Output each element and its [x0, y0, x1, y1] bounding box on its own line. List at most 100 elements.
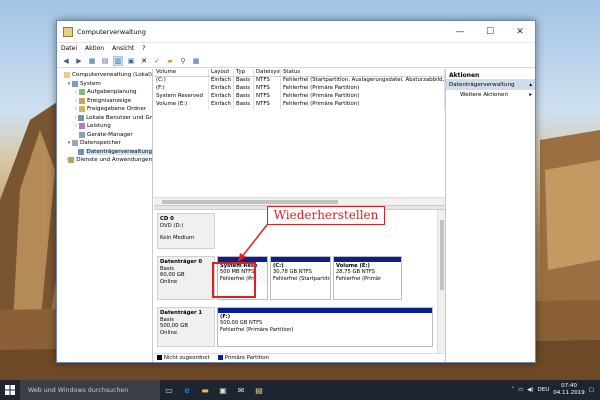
minimize-button[interactable]: — [445, 21, 475, 43]
delete-icon[interactable]: ✕ [139, 56, 149, 66]
volume-cell: Einfach [209, 101, 234, 109]
col-layout[interactable]: Layout [209, 69, 234, 76]
open-icon[interactable]: ▰ [165, 56, 175, 66]
collapse-icon: ▴ [529, 82, 532, 88]
volume-cell: NTFS [254, 77, 281, 85]
volume-cell: Fehlerfrei (Primäre Partition) [281, 93, 445, 101]
clock[interactable]: 07:40 04.11.2019 [553, 383, 585, 397]
tree-item[interactable]: Computerverwaltung (Lokal) [57, 71, 152, 80]
node-icon [68, 157, 75, 164]
actions-pane: Aktionen Datenträgerverwaltung ▴ Weitere … [445, 69, 535, 362]
col-filesystem[interactable]: Dateisystem [254, 69, 281, 76]
col-volume[interactable]: Volume [154, 69, 209, 76]
volume-cell: (F:) [154, 85, 209, 93]
up-icon[interactable]: ▦ [87, 56, 97, 66]
language-indicator[interactable]: DEU [538, 387, 550, 393]
volume-cell: Basis [234, 77, 254, 85]
tree-item[interactable]: ▾ System [57, 80, 152, 89]
tree-item[interactable]: › Leistung [57, 122, 152, 131]
volume-cell: Einfach [209, 77, 234, 85]
store-icon[interactable]: ▣ [214, 380, 232, 400]
search-icon[interactable]: ⚲ [178, 56, 188, 66]
list-view-icon[interactable]: ▦ [191, 56, 201, 66]
menu-help[interactable]: ? [142, 45, 145, 52]
start-button[interactable] [0, 380, 20, 400]
task-view-icon[interactable]: ▭ [160, 380, 178, 400]
col-type[interactable]: Typ [234, 69, 254, 76]
disk-row: Datenträger 1 Basis 500,00 GB Online (F:) 500… [157, 307, 435, 347]
system-tray: ˄ ▭ ◀) DEU 07:40 04.11.2019 ▢ [511, 383, 600, 397]
tree-item[interactable]: › Ereignisanzeige [57, 97, 152, 106]
notifications-icon[interactable]: ▢ [589, 387, 594, 393]
actions-header: Aktionen [446, 69, 535, 80]
node-icon [78, 114, 85, 121]
highlight-box [212, 262, 256, 298]
more-actions[interactable]: Weitere Aktionen ▸ [446, 90, 535, 99]
properties-icon[interactable]: ▤ [100, 56, 110, 66]
partition-block[interactable]: Volume (E:) 28,75 GB NTFS Fehlerfrei (Prim… [333, 256, 402, 300]
close-button[interactable]: ✕ [505, 21, 535, 43]
disk-info[interactable]: CD 0 DVD (D:) Kein Medium [157, 213, 215, 249]
volume-icon[interactable]: ◀) [527, 387, 533, 393]
toolbar: ◀ ▶ ▦ ▤ ▥ ▣ ✕ ✓ ▰ ⚲ ▦ [57, 54, 535, 68]
disk-info[interactable]: Datenträger 1 Basis 500,00 GB Online [157, 307, 215, 347]
menu-datei[interactable]: Datei [61, 45, 77, 52]
network-icon[interactable]: ▭ [518, 387, 523, 393]
forward-icon[interactable]: ▶ [74, 56, 84, 66]
partition-status: Fehlerfrei (Startpartition, [273, 275, 330, 282]
volume-row[interactable]: (F:) Einfach Basis NTFS Fehlerfrei (Primäre … [154, 85, 445, 93]
horizontal-scrollbar[interactable] [154, 197, 445, 205]
tree-item-label: Datenspeicher [80, 140, 121, 147]
back-icon[interactable]: ◀ [61, 56, 71, 66]
volume-cell: System Reserved [154, 93, 209, 101]
volume-cell: Basis [234, 101, 254, 109]
disk-info-line: Kein Medium [160, 235, 195, 241]
node-icon [72, 80, 78, 87]
tree-item[interactable]: › Freigegebene Ordner [57, 105, 152, 114]
partition-text: (C:) 30,78 GB NTFS Fehlerfrei (Startpartit… [271, 262, 330, 283]
volume-cell: (C:) [154, 77, 209, 85]
check-icon[interactable]: ✓ [152, 56, 162, 66]
tree-item[interactable]: › Lokale Benutzer und Gr [57, 114, 152, 123]
taskbar-search[interactable]: Web und Windows durchsuchen [20, 380, 160, 400]
node-icon [78, 148, 85, 155]
tree-item[interactable]: › Aufgabenplanung [57, 88, 152, 97]
legend-primary: Primäre Partition [217, 355, 269, 361]
tree-item[interactable]: ▾ Datenspeicher [57, 139, 152, 148]
volume-row[interactable]: (C:) Einfach Basis NTFS Fehlerfrei (Startpar… [154, 77, 445, 85]
maximize-button[interactable]: ☐ [475, 21, 505, 43]
partition-block[interactable]: (C:) 30,78 GB NTFS Fehlerfrei (Startpartit… [270, 256, 331, 300]
legend: Nicht zugeordnet Primäre Partition [154, 353, 445, 362]
vertical-scrollbar[interactable] [437, 210, 445, 353]
menu-ansicht[interactable]: Ansicht [112, 45, 134, 52]
volume-cell: Volume (E:) [154, 101, 209, 109]
mail-icon[interactable]: ✉ [232, 380, 250, 400]
volume-cell: Basis [234, 85, 254, 93]
partition-status: Fehlerfrei (Primär [336, 275, 382, 282]
actions-section[interactable]: Datenträgerverwaltung ▴ [446, 80, 535, 90]
volume-row[interactable]: System Reserved Einfach Basis NTFS Fehlerfre… [154, 93, 445, 101]
computer-management-taskbar-icon[interactable]: ▤ [250, 380, 268, 400]
disk-name: CD 0 [160, 216, 174, 222]
node-icon [79, 131, 85, 138]
tree-item[interactable]: Geräte-Manager [57, 131, 152, 140]
tree-item-label: Ereignisanzeige [87, 97, 132, 104]
help-icon[interactable]: ▣ [126, 56, 136, 66]
chevron-up-icon[interactable]: ˄ [511, 387, 514, 393]
tree-item[interactable]: › Dienste und Anwendungen [57, 156, 152, 165]
col-status[interactable]: Status [281, 69, 445, 76]
disk-row: Datenträger 0 Basis 60,00 GB Online System R… [157, 256, 435, 300]
annotation-label: Wiederherstellen [267, 206, 385, 225]
disk-info[interactable]: Datenträger 0 Basis 60,00 GB Online [157, 256, 215, 300]
menu-bar: Datei Aktion Ansicht ? [57, 43, 535, 54]
partition-block[interactable]: (F:) 500,00 GB NTFS Fehlerfrei (Primäre Pa… [217, 307, 433, 347]
edge-icon[interactable]: e [178, 380, 196, 400]
volume-list-header: Volume Layout Typ Dateisystem Status [154, 69, 445, 77]
explorer-icon[interactable]: ▬ [196, 380, 214, 400]
show-hide-tree-icon[interactable]: ▥ [113, 55, 123, 66]
menu-aktion[interactable]: Aktion [85, 45, 104, 52]
volume-cell: Einfach [209, 85, 234, 93]
title-bar[interactable]: Computerverwaltung — ☐ ✕ [57, 21, 535, 43]
tree-item[interactable]: Datenträgerverwaltung [57, 148, 152, 157]
volume-row[interactable]: Volume (E:) Einfach Basis NTFS Fehlerfrei (P… [154, 101, 445, 109]
